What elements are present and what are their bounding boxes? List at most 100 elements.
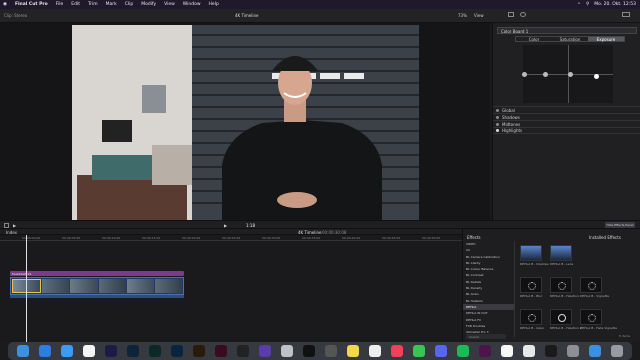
exposure-list: Global Shadows Midtones Highlights	[493, 106, 640, 134]
settings-icon[interactable]	[567, 345, 579, 357]
inspector-toggle-icon[interactable]	[508, 12, 514, 17]
dock	[8, 342, 632, 360]
effect-thumbnail[interactable]	[520, 245, 542, 261]
ruler-tick: 00:00:20:00	[182, 236, 201, 240]
share-icon[interactable]	[622, 12, 630, 17]
audio-clip-label: Musikbett 01	[12, 271, 32, 276]
video-clip[interactable]	[70, 279, 98, 293]
menu-help[interactable]: Help	[209, 2, 219, 7]
color-board-dropdown[interactable]: Color Board 1	[497, 27, 637, 34]
final-cut-icon[interactable]	[237, 345, 249, 357]
effect-thumbnail[interactable]	[520, 309, 542, 325]
compressor-icon[interactable]	[281, 345, 293, 357]
indesign-icon[interactable]	[215, 345, 227, 357]
effect-thumbnail[interactable]	[580, 309, 602, 325]
menu-view[interactable]: View	[164, 2, 175, 7]
search-icon[interactable]: ⚲	[586, 2, 589, 7]
calendar-icon[interactable]	[83, 345, 95, 357]
spotify-icon[interactable]	[457, 345, 469, 357]
highlights-puck[interactable]	[594, 74, 599, 79]
video-clip[interactable]	[42, 279, 70, 293]
viewer-title: 4K Timeline	[235, 13, 259, 18]
notion-icon[interactable]	[501, 345, 513, 357]
motion-icon[interactable]	[259, 345, 271, 357]
color-wheel-icon[interactable]	[520, 12, 526, 17]
effects-browser: Effects Installed Effects VIDEO All BL C…	[462, 229, 640, 342]
photos-icon[interactable]	[369, 345, 381, 357]
exposure-board	[522, 45, 613, 103]
arrow-tool-icon[interactable]: ▶	[13, 223, 16, 228]
primary-storyline[interactable]	[10, 277, 184, 295]
photoshop-icon[interactable]	[171, 345, 183, 357]
menu-clip[interactable]: Clip	[125, 2, 134, 7]
menu-bar: ◉ Final Cut Pro File Edit Trim Mark Clip…	[0, 0, 640, 9]
lightroom-icon[interactable]	[127, 345, 139, 357]
notes-icon[interactable]	[347, 345, 359, 357]
video-frame[interactable]	[72, 25, 419, 220]
downloads-icon[interactable]	[589, 345, 601, 357]
audio-clip[interactable]: Musikbett 01	[10, 271, 184, 276]
zoom-level[interactable]: 73%	[458, 13, 467, 18]
discord-icon[interactable]	[435, 345, 447, 357]
logic-icon[interactable]	[325, 345, 337, 357]
timecode-display[interactable]: 1:18	[246, 223, 255, 228]
menu-modify[interactable]: Modify	[141, 2, 156, 7]
clip-audio-waveform	[10, 295, 184, 298]
menu-file[interactable]: File	[56, 2, 64, 7]
menu-window[interactable]: Window	[183, 2, 201, 7]
premiere-icon[interactable]	[105, 345, 117, 357]
clock[interactable]: Mo. 20. Okt. 12:53	[594, 2, 636, 7]
video-clip[interactable]	[126, 279, 154, 293]
viewer-options-icon[interactable]	[4, 222, 9, 228]
wifi-icon[interactable]: ⚬	[577, 2, 581, 7]
ruler-tick: 00:00:10:00	[102, 236, 121, 240]
trash-icon[interactable]	[611, 345, 623, 357]
messages-icon[interactable]	[413, 345, 425, 357]
hide-effects-button[interactable]: Hide Effects Panel	[605, 222, 635, 228]
ruler-tick: 00:00:05:00	[62, 236, 81, 240]
effect-thumbnail[interactable]	[520, 277, 542, 293]
view-menu[interactable]: View	[474, 13, 484, 18]
effects-header: Effects	[467, 235, 481, 240]
menu-edit[interactable]: Edit	[71, 2, 80, 7]
menu-mark[interactable]: Mark	[106, 2, 117, 7]
midtones-puck[interactable]	[568, 72, 573, 77]
effects-title[interactable]: Installed Effects	[589, 235, 621, 240]
menu-trim[interactable]: Trim	[88, 2, 98, 7]
effect-thumbnail[interactable]	[580, 277, 602, 293]
mail-icon[interactable]	[61, 345, 73, 357]
effect-thumbnail[interactable]	[550, 245, 572, 261]
terminal-icon[interactable]	[545, 345, 557, 357]
ruler-tick: 00:00:35:00	[302, 236, 321, 240]
row-midtones[interactable]: Midtones	[493, 120, 640, 127]
shadows-puck[interactable]	[543, 72, 548, 77]
menu-app-name[interactable]: Final Cut Pro	[15, 2, 48, 7]
effect-label: DEHLA B - Lens	[550, 262, 574, 266]
chrome-icon[interactable]	[523, 345, 535, 357]
safari-icon[interactable]	[39, 345, 51, 357]
tab-color[interactable]: Color	[516, 37, 552, 42]
finder-icon[interactable]	[17, 345, 29, 357]
audition-icon[interactable]	[149, 345, 161, 357]
global-puck[interactable]	[522, 72, 527, 77]
video-clip[interactable]	[98, 279, 126, 293]
tab-saturation[interactable]: Saturation	[552, 37, 588, 42]
inspector-tabs: Color Saturation Exposure	[515, 36, 625, 42]
effect-thumbnail[interactable]	[550, 309, 572, 325]
time-ruler[interactable]: 00:00:00:00 00:00:05:00 00:00:10:00 00:0…	[0, 235, 462, 241]
row-highlights[interactable]: Highlights	[493, 127, 640, 134]
playhead[interactable]	[26, 235, 27, 342]
apple-icon[interactable]: ◉	[3, 2, 7, 7]
video-clip[interactable]	[154, 279, 183, 293]
effect-label: DEHLA B - Glow	[520, 326, 544, 330]
effects-search-input[interactable]: Search	[466, 334, 506, 339]
play-icon[interactable]: ▶	[224, 223, 227, 228]
row-global[interactable]: Global	[493, 106, 640, 113]
slack-icon[interactable]	[479, 345, 491, 357]
illustrator-icon[interactable]	[193, 345, 205, 357]
effect-thumbnail[interactable]	[550, 277, 572, 293]
row-shadows[interactable]: Shadows	[493, 113, 640, 120]
tab-exposure[interactable]: Exposure	[588, 37, 624, 42]
music-icon[interactable]	[391, 345, 403, 357]
capcut-icon[interactable]	[303, 345, 315, 357]
